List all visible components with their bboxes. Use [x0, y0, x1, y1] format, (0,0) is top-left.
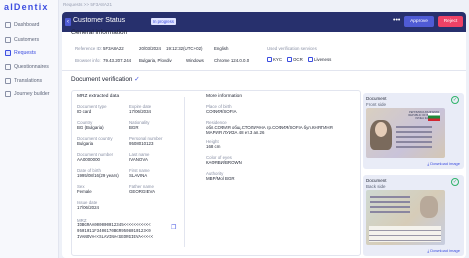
sidebar-item-journey-builder[interactable]: Journey builder — [0, 88, 59, 100]
back-button[interactable]: ‹ — [65, 18, 71, 26]
dashboard-icon — [5, 22, 11, 28]
id-back-image — [366, 190, 445, 245]
sidebar-item-label: Questionnaires — [14, 64, 49, 70]
translate-icon — [5, 78, 11, 84]
bulgaria-flag-icon — [428, 113, 440, 121]
field-value: 1995/08/16(29 years) — [77, 173, 119, 178]
document-back-card: Document Back side ✓ ⤓ Download image — [363, 175, 464, 256]
field-value: BG (Bulgaria) — [77, 125, 104, 130]
sidebar: aIDentix Dashboard Customers Requests Qu… — [0, 0, 59, 258]
reference-label: Reference ID: — [75, 46, 103, 51]
request-time: 19:12:32(UTC+02) — [166, 46, 203, 51]
field-value: 17/06/2024 — [77, 205, 99, 210]
more-options-icon[interactable]: ••• — [393, 17, 400, 24]
service-liveness: Liveness — [308, 57, 331, 63]
page-title: Customer Status — [73, 17, 126, 24]
back-verified-icon: ✓ — [451, 178, 459, 186]
portrait-face — [375, 122, 387, 137]
divider — [62, 70, 466, 71]
field-value: СОФИЯ/SOFIA — [206, 109, 237, 114]
document-data-card: MRZ extracted data Document type ID card C… — [71, 90, 361, 256]
copy-icon[interactable]: ❐ — [171, 224, 176, 231]
field-value: IVANOVA — [129, 157, 148, 162]
field-value: SLAVINA — [129, 173, 148, 178]
ghost-portrait — [420, 196, 438, 218]
front-verified-icon: ✓ — [451, 96, 459, 104]
field-value: AA0000000 — [77, 157, 100, 162]
reference-value: 5F3A8A22 — [103, 46, 124, 51]
document-front-card: Document Front side ✓ РЕПУБЛИКА БЪЛГАРИЯ R… — [363, 93, 464, 169]
os-value: Windows — [186, 58, 204, 63]
general-info-heading: General information — [71, 29, 128, 36]
id-front-image: РЕПУБЛИКА БЪЛГАРИЯ REPUBLIC OF BULGARIA ЛИ… — [366, 108, 445, 158]
field-value: BGR — [129, 125, 139, 130]
field-value: 168 cm — [206, 144, 221, 149]
mrz-label: MRZ — [77, 218, 87, 223]
sidebar-item-label: Requests — [14, 50, 36, 56]
mrz-line-1: IDBGRAA000000012345<<<<<<<<<<< — [77, 224, 151, 228]
download-back-button[interactable]: ⤓ Download image — [427, 248, 460, 253]
front-title: Document Front side — [366, 96, 387, 107]
id-back-text-lines — [370, 196, 410, 198]
request-panel: ‹ Customer Status In progress ••• Approv… — [62, 12, 466, 258]
sidebar-item-label: Dashboard — [14, 22, 40, 28]
sidebar-item-translations[interactable]: Translations — [0, 75, 59, 87]
more-info-title: More information — [206, 94, 242, 99]
sidebar-item-label: Customers — [14, 37, 40, 43]
sidebar-item-label: Journey builder — [14, 91, 50, 97]
reject-button[interactable]: Reject — [438, 16, 463, 27]
sidebar-item-label: Translations — [14, 78, 43, 84]
sidebar-item-customers[interactable]: Customers — [0, 34, 59, 46]
browser-label: Browser info: — [75, 58, 101, 63]
field-value: 9508010123 — [129, 141, 154, 146]
sidebar-item-dashboard[interactable]: Dashboard — [0, 19, 59, 31]
kyc-icon — [267, 57, 272, 63]
verified-icon: ✓ — [134, 76, 140, 83]
liveness-icon — [308, 57, 313, 63]
field-value: Female — [77, 189, 92, 194]
service-ocr: OCR — [287, 57, 303, 63]
mrz-line-3: IVANOVA<<SLAVINA<GEORGIEVA<<<<< — [77, 236, 154, 240]
field-value: МВР/Mol BGR — [206, 176, 235, 181]
mrz-line-2: 9501011F3406170BGR9508010123<0 — [77, 230, 151, 234]
sidebar-item-requests[interactable]: Requests — [0, 47, 59, 59]
mrz-section-title: MRZ extracted data — [77, 94, 120, 99]
sidebar-item-questionnaires[interactable]: Questionnaires — [0, 61, 59, 73]
id-text-lines — [396, 126, 432, 128]
status-badge: In progress — [151, 18, 176, 25]
users-icon — [5, 37, 11, 43]
document-verification-heading: Document verification ✓ — [71, 76, 140, 83]
field-value: ID card — [77, 109, 92, 114]
app-logo: aIDentix — [4, 2, 49, 12]
field-value: GEORGIEVA — [129, 189, 156, 194]
field-value: обл.СОФИЯ общ.СТОЛИЧНА гр.СОФИЯ/SOFIA бу… — [206, 125, 333, 135]
services-label: Used verification services — [267, 46, 317, 51]
breadcrumb: Requests >> 5F3A8A21 — [63, 2, 113, 7]
field-value: КАФЯВИ/BROWN — [206, 160, 242, 165]
back-title: Document Back side — [366, 178, 387, 189]
journey-icon — [5, 91, 11, 97]
ip-value: 79.43.207.244 — [103, 58, 132, 63]
mrz-zone — [369, 226, 441, 242]
requests-icon — [5, 50, 11, 56]
request-date: 20/03/2024 — [139, 46, 161, 51]
approve-button[interactable]: Approve — [404, 16, 434, 27]
questionnaire-icon — [5, 64, 11, 70]
service-kyc: KYC — [267, 57, 282, 63]
browser-value: Chrome 124.0.0.0 — [214, 58, 250, 63]
download-front-button[interactable]: ⤓ Download image — [427, 161, 460, 166]
language-value: English — [214, 46, 229, 51]
ocr-icon — [287, 57, 292, 63]
column-divider — [184, 97, 185, 247]
location-value: Bulgaria, Plovdiv — [139, 58, 172, 63]
field-value: Bulgaria — [77, 141, 94, 146]
field-value: 17/06/2034 — [129, 109, 151, 114]
